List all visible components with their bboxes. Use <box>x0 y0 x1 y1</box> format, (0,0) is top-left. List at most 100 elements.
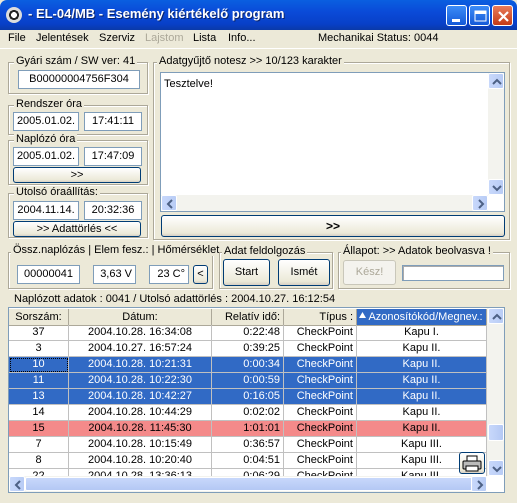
cell-identifier: Kapu II. <box>357 421 487 437</box>
scroll-left-icon <box>166 199 173 209</box>
table-row[interactable]: 3 2004.10.27. 16:57:24 0:39:25 CheckPoint Ka… <box>9 341 487 357</box>
battery-label: Elem fesz.: <box>94 244 149 256</box>
cell-relative-time: 0:22:48 <box>212 325 284 341</box>
start-button[interactable]: Start <box>223 259 270 286</box>
minimize-button[interactable] <box>446 5 467 26</box>
cell-number: 11 <box>9 373 69 389</box>
cell-type: CheckPoint <box>284 325 357 341</box>
cell-date: 2004.10.28. 11:45:30 <box>69 421 212 437</box>
table-caption: Naplózott adatok : 0041 / Utolsó adattör… <box>14 293 336 305</box>
system-date-field: 2005.01.02. <box>13 112 79 131</box>
menu-separator <box>0 48 517 49</box>
maximize-button[interactable] <box>469 5 490 26</box>
grid-scroll-up-button[interactable] <box>488 308 504 324</box>
grid-vertical-thumb[interactable] <box>488 424 504 441</box>
cell-date: 2004.10.28. 10:22:30 <box>69 373 212 389</box>
sort-arrow-icon <box>359 312 366 318</box>
serial-field: B00000004756F304 <box>18 70 140 89</box>
mechanical-status: Mechanikai Status: 0044 <box>318 32 439 44</box>
column-header-relative-time[interactable]: Relatív idő: <box>212 309 284 326</box>
cell-identifier: Kapu II. <box>357 405 487 421</box>
cell-relative-time: 1:01:01 <box>212 421 284 437</box>
sync-clock-button[interactable]: >> <box>13 167 141 183</box>
cell-relative-time: 0:04:51 <box>212 453 284 469</box>
menu-szerviz[interactable]: Szerviz <box>99 32 135 44</box>
table-row[interactable]: 13 2004.10.28. 10:42:27 0:16:05 CheckPoint K… <box>9 389 487 405</box>
logger-time-field: 17:47:09 <box>84 147 142 166</box>
grid-vertical-scrollbar[interactable] <box>487 308 504 476</box>
table-row[interactable]: 8 2004.10.28. 10:20:40 0:04:51 CheckPoint Ka… <box>9 453 487 469</box>
repeat-button[interactable]: Ismét <box>278 259 330 286</box>
cell-type: CheckPoint <box>284 421 357 437</box>
table-row[interactable]: 11 2004.10.28. 10:22:30 0:00:59 CheckPoint K… <box>9 373 487 389</box>
serial-label: Gyári szám / SW ver: 41 <box>14 55 138 67</box>
column-header-type[interactable]: Típus : <box>284 309 357 326</box>
logger-date-field: 2005.01.02. <box>13 147 79 166</box>
erase-data-button[interactable]: >> Adattörlés << <box>13 221 141 237</box>
temperature-field: 23 C° <box>149 265 189 284</box>
printer-icon <box>462 455 482 472</box>
cell-identifier: Kapu III. <box>357 437 487 453</box>
cell-identifier: Kapu II. <box>357 389 487 405</box>
cell-type: CheckPoint <box>284 405 357 421</box>
notes-scroll-up-button[interactable] <box>488 73 504 89</box>
grid-scroll-right-button[interactable] <box>471 476 487 492</box>
menu-jelentesek[interactable]: Jelentések <box>36 32 89 44</box>
scroll-up-icon <box>492 313 502 320</box>
table-row[interactable]: 37 2004.10.28. 16:34:08 0:22:48 CheckPoint K… <box>9 325 487 341</box>
grid-scroll-down-button[interactable] <box>488 460 504 476</box>
table-row[interactable]: 7 2004.10.28. 10:15:49 0:36:57 CheckPoint Ka… <box>9 437 487 453</box>
column-header-identifier[interactable]: Azonosítókód/Megnev.: <box>357 309 487 326</box>
total-log-label: Össz.naplózás <box>13 244 86 256</box>
column-header-date[interactable]: Dátum: <box>69 309 212 326</box>
grid-horizontal-thumb[interactable] <box>25 477 473 491</box>
maximize-icon <box>474 10 487 22</box>
cell-type: CheckPoint <box>284 341 357 357</box>
menu-lista[interactable]: Lista <box>193 32 216 44</box>
cell-relative-time: 0:39:25 <box>212 341 284 357</box>
cell-relative-time: 0:00:34 <box>212 357 284 373</box>
cell-relative-time: 0:00:59 <box>212 373 284 389</box>
logger-clock-label: Naplózó óra <box>14 133 78 145</box>
notes-text: Tesztelve! <box>164 78 213 90</box>
table-row[interactable]: 14 2004.10.28. 10:44:29 0:02:02 CheckPoint K… <box>9 405 487 421</box>
battery-voltage-field: 3,63 V <box>93 265 136 284</box>
cell-date: 2004.10.28. 16:34:08 <box>69 325 212 341</box>
notes-scroll-right-button[interactable] <box>472 195 488 211</box>
notes-scroll-left-button[interactable] <box>161 195 177 211</box>
cell-number: 8 <box>9 453 69 469</box>
scroll-left-icon <box>14 480 21 490</box>
notes-scroll-down-button[interactable] <box>488 179 504 195</box>
cell-identifier: Kapu II. <box>357 357 487 373</box>
print-button[interactable] <box>459 452 485 474</box>
menu-file[interactable]: File <box>8 32 26 44</box>
notes-send-button[interactable]: >> <box>161 215 505 237</box>
cell-relative-time: 0:02:02 <box>212 405 284 421</box>
close-button[interactable] <box>492 5 513 26</box>
cell-date: 2004.10.28. 10:21:31 <box>69 357 212 373</box>
close-icon <box>498 11 509 22</box>
last-set-date-field: 2004.11.14. <box>13 201 79 220</box>
scroll-up-icon <box>492 78 502 85</box>
progress-bar <box>402 265 504 281</box>
menu-info[interactable]: Info... <box>228 32 256 44</box>
temperature-label: Hőmérséklet <box>157 244 220 256</box>
notes-vertical-scrollbar[interactable] <box>488 73 504 195</box>
table-row[interactable]: 15 2004.10.28. 11:45:30 1:01:01 CheckPoint K… <box>9 421 487 437</box>
cell-number: 3 <box>9 341 69 357</box>
notes-horizontal-scrollbar[interactable] <box>161 195 488 211</box>
app-icon[interactable] <box>6 7 22 23</box>
grid-scroll-left-button[interactable] <box>9 476 25 492</box>
status-label: Állapot: >> Adatok beolvasva ! <box>341 245 493 257</box>
column-header-number[interactable]: Sorszám: <box>9 309 69 326</box>
cell-relative-time: 0:16:05 <box>212 389 284 405</box>
system-clock-label: Rendszer óra <box>14 98 85 110</box>
cell-relative-time: 0:36:57 <box>212 437 284 453</box>
counters-label: Össz.naplózás | Elem fesz.: | Hőmérsékle… <box>11 244 222 256</box>
cell-date: 2004.10.28. 10:42:27 <box>69 389 212 405</box>
minimize-icon <box>452 19 460 22</box>
table-row[interactable]: 10 2004.10.28. 10:21:31 0:00:34 CheckPoint K… <box>9 357 487 373</box>
counter-separator: | <box>151 244 155 256</box>
notes-textarea[interactable] <box>160 72 505 212</box>
temperature-toggle-button[interactable]: < <box>193 265 208 284</box>
